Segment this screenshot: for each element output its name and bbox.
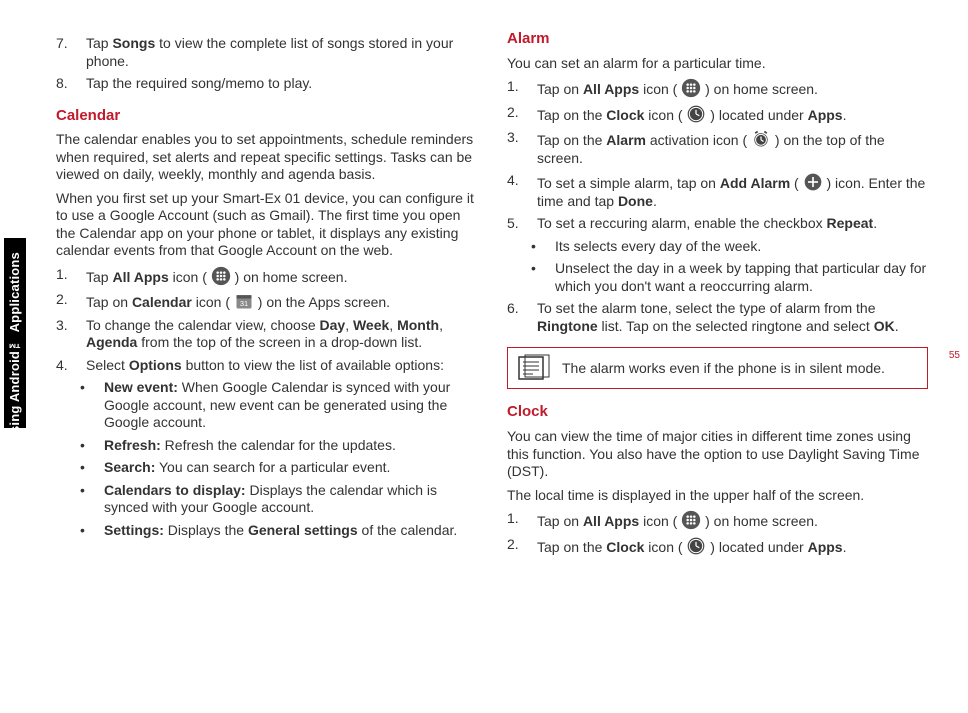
list-item: 1. Tap on All Apps icon ( ) on home scre… bbox=[507, 78, 928, 99]
apps-grid-icon bbox=[681, 78, 701, 98]
list-item: •Unselect the day in a week by tapping t… bbox=[531, 260, 928, 295]
list-item: 6. To set the alarm tone, select the typ… bbox=[507, 300, 928, 335]
list-item: 1. Tap on All Apps icon ( ) on home scre… bbox=[507, 510, 928, 531]
note-box: The alarm works even if the phone is in … bbox=[507, 347, 928, 389]
note-text: The alarm works even if the phone is in … bbox=[562, 360, 917, 378]
left-column: 7. Tap Songs to view the complete list o… bbox=[56, 30, 477, 561]
calendar-icon: 31 bbox=[234, 291, 254, 311]
list-item: 2. Tap on the Clock icon ( ) located und… bbox=[507, 104, 928, 125]
list-item: •Settings: Displays the General settings… bbox=[80, 522, 477, 540]
section-heading-alarm: Alarm bbox=[507, 30, 928, 49]
svg-text:31: 31 bbox=[240, 299, 248, 308]
note-icon bbox=[518, 354, 550, 382]
sidebar-label: Using Android™ Applications bbox=[7, 252, 22, 443]
list-item: •Its selects every day of the week. bbox=[531, 238, 928, 256]
list-item: 1. Tap All Apps icon ( ) on home screen. bbox=[56, 266, 477, 287]
list-item: •New event: When Google Calendar is sync… bbox=[80, 379, 477, 432]
list-item: •Search: You can search for a particular… bbox=[80, 459, 477, 477]
list-item: 4. Select Options button to view the lis… bbox=[56, 357, 477, 375]
section-heading-calendar: Calendar bbox=[56, 107, 477, 126]
list-item: 3. To change the calendar view, choose D… bbox=[56, 317, 477, 352]
paragraph: You can view the time of major cities in… bbox=[507, 428, 928, 481]
page-number: 55 bbox=[949, 350, 960, 361]
page-content: 7. Tap Songs to view the complete list o… bbox=[0, 0, 968, 591]
list-item: 4. To set a simple alarm, tap on Add Ala… bbox=[507, 172, 928, 210]
paragraph: When you first set up your Smart-Ex 01 d… bbox=[56, 190, 477, 260]
list-item: 7. Tap Songs to view the complete list o… bbox=[56, 35, 477, 70]
plus-icon bbox=[803, 172, 823, 192]
section-heading-clock: Clock bbox=[507, 403, 928, 422]
list-item: 2. Tap on Calendar icon ( 31 ) on the Ap… bbox=[56, 291, 477, 312]
alarm-icon bbox=[751, 129, 771, 149]
list-item: •Refresh: Refresh the calendar for the u… bbox=[80, 437, 477, 455]
list-item: •Calendars to display: Displays the cale… bbox=[80, 482, 477, 517]
paragraph: You can set an alarm for a particular ti… bbox=[507, 55, 928, 73]
apps-grid-icon bbox=[681, 510, 701, 530]
apps-grid-icon bbox=[211, 266, 231, 286]
paragraph: The local time is displayed in the upper… bbox=[507, 487, 928, 505]
paragraph: The calendar enables you to set appointm… bbox=[56, 131, 477, 184]
list-item: 3. Tap on the Alarm activation icon ( ) … bbox=[507, 129, 928, 167]
right-column: Alarm You can set an alarm for a particu… bbox=[507, 30, 928, 561]
clock-icon bbox=[686, 104, 706, 124]
list-item: 5. To set a reccuring alarm, enable the … bbox=[507, 215, 928, 233]
sidebar-tab: Using Android™ Applications bbox=[4, 238, 26, 428]
list-item: 2. Tap on the Clock icon ( ) located und… bbox=[507, 536, 928, 557]
clock-icon bbox=[686, 536, 706, 556]
list-item: 8. Tap the required song/memo to play. bbox=[56, 75, 477, 93]
